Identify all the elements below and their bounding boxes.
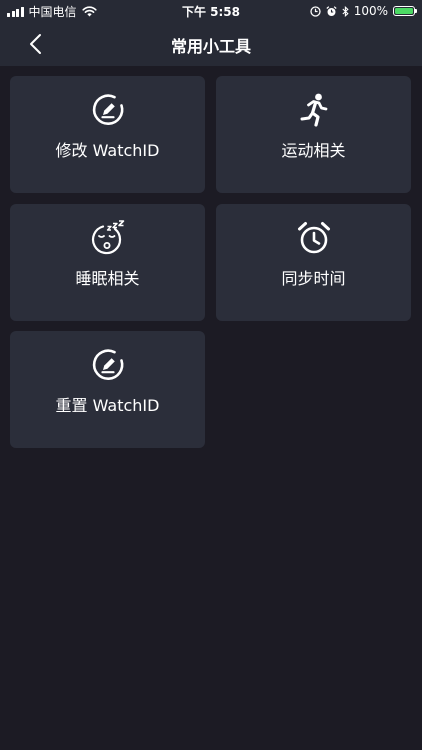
status-right: 100% — [310, 3, 417, 19]
bluetooth-icon — [342, 5, 349, 17]
tool-card-sync-time[interactable]: 同步时间 — [216, 204, 411, 321]
tool-label: 运动相关 — [281, 141, 346, 160]
edit-circle-icon — [92, 349, 123, 380]
page-title: 常用小工具 — [170, 37, 251, 56]
tool-card-sleep[interactable]: 睡眠相关 — [10, 204, 205, 321]
tool-card-reset-watchid[interactable]: 重置 WatchID — [10, 331, 205, 448]
alarm-clock-icon — [297, 222, 330, 254]
battery-charging-icon — [393, 6, 417, 16]
edit-circle-icon — [92, 94, 123, 125]
location-lock-icon — [310, 5, 321, 17]
alarm-icon — [326, 5, 337, 16]
tool-label: 同步时间 — [281, 269, 346, 288]
battery-percent: 100% — [353, 4, 388, 18]
running-person-icon — [300, 93, 327, 127]
screen: 中国电信 下午 5:58 100% 常用小工具 修改 WatchID 运动相关 … — [0, 0, 422, 750]
tool-label: 修改 WatchID — [55, 141, 160, 160]
nav-bar: 常用小工具 — [0, 22, 422, 66]
sleeping-face-icon — [91, 220, 124, 255]
tool-label: 重置 WatchID — [55, 396, 160, 415]
tool-card-modify-watchid[interactable]: 修改 WatchID — [10, 76, 205, 193]
tool-card-sports[interactable]: 运动相关 — [216, 76, 411, 193]
tool-label: 睡眠相关 — [75, 269, 140, 288]
status-bar: 中国电信 下午 5:58 100% — [0, 0, 422, 22]
